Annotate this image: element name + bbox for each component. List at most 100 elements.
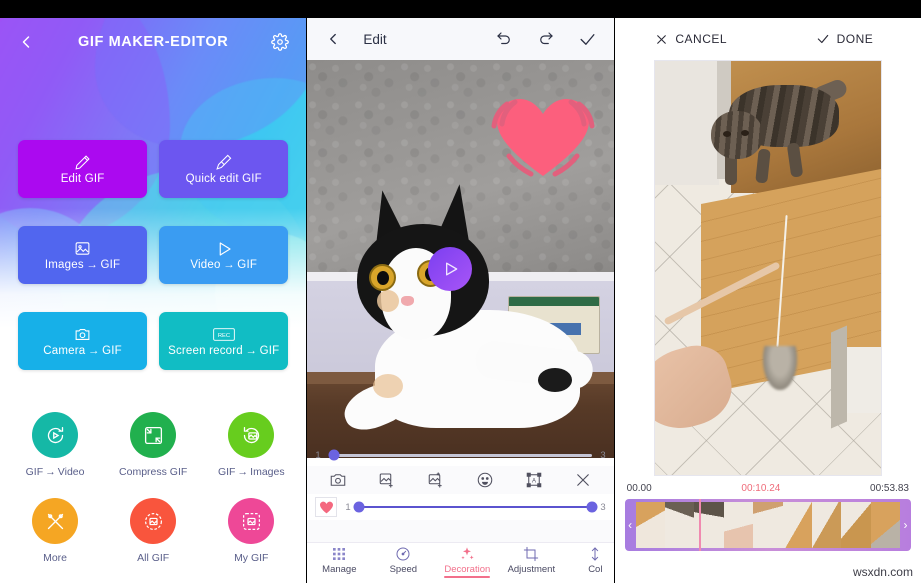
add-image-icon[interactable] bbox=[375, 468, 399, 492]
filmstrip-frame bbox=[782, 502, 812, 548]
shortcut-gif-to-images[interactable]: GIF → Images bbox=[202, 412, 300, 478]
button-label: Camera → GIF bbox=[43, 345, 122, 357]
done-label: DONE bbox=[836, 32, 874, 46]
trim-handle-right[interactable]: › bbox=[900, 499, 911, 551]
filmstrip-timeline[interactable]: ‹ › bbox=[624, 499, 911, 551]
emoji-icon[interactable] bbox=[473, 468, 497, 492]
check-icon bbox=[817, 34, 828, 44]
panel-video-trim: CANCEL DONE 00.00 00:10.24 00:53.83 ‹ › … bbox=[614, 0, 921, 583]
cancel-button[interactable]: CANCEL bbox=[615, 32, 768, 46]
shortcut-gif-to-video[interactable]: GIF → Video bbox=[6, 412, 104, 478]
filmstrip-frame bbox=[870, 502, 901, 548]
button-screen-record-to-gif[interactable]: REC Screen record → GIF bbox=[159, 312, 289, 370]
shortcut-label: GIF → Images bbox=[217, 466, 285, 478]
redo-icon[interactable] bbox=[534, 27, 558, 51]
timeline-playhead[interactable] bbox=[698, 499, 701, 551]
sticker-range-knob-start[interactable] bbox=[353, 501, 365, 513]
button-label: Edit GIF bbox=[60, 173, 105, 185]
tab-label: Speed bbox=[389, 564, 418, 575]
close-icon bbox=[657, 34, 667, 44]
tab-decoration[interactable]: Decoration bbox=[435, 546, 499, 575]
svg-text:REC: REC bbox=[218, 333, 230, 339]
tab-label: Adjustment bbox=[507, 564, 556, 575]
frame-slider-min: 1 bbox=[315, 449, 321, 461]
sticker-range-slider[interactable]: 1 3 bbox=[307, 494, 614, 520]
shortcut-label: All GIF bbox=[137, 552, 170, 564]
frame-slider-knob[interactable] bbox=[328, 449, 340, 461]
text-box-icon[interactable]: A bbox=[522, 468, 546, 492]
tab-label: Manage bbox=[322, 564, 357, 575]
tab-manage[interactable]: Manage bbox=[307, 546, 371, 575]
sticker-range-start-label: 1 bbox=[345, 501, 351, 513]
button-video-to-gif[interactable]: Video → GIF bbox=[159, 226, 289, 284]
close-icon[interactable] bbox=[571, 468, 595, 492]
gear-icon[interactable] bbox=[268, 30, 292, 54]
app-header: GIF MAKER-EDITOR bbox=[0, 18, 306, 66]
undo-icon[interactable] bbox=[492, 27, 516, 51]
button-edit-gif[interactable]: Edit GIF bbox=[18, 140, 148, 198]
gif-to-video-icon bbox=[32, 412, 79, 458]
shortcut-compress-gif[interactable]: Compress GIF bbox=[104, 412, 202, 478]
decoration-tool-row: A bbox=[307, 466, 614, 494]
trim-header: CANCEL DONE bbox=[614, 18, 921, 60]
filmstrip-frame bbox=[635, 502, 666, 548]
video-preview[interactable] bbox=[653, 60, 882, 476]
rec-icon: REC bbox=[212, 325, 235, 344]
camera-icon bbox=[74, 325, 91, 344]
done-button[interactable]: DONE bbox=[768, 32, 921, 46]
heart-sticker[interactable] bbox=[489, 92, 597, 182]
shortcut-more[interactable]: More bbox=[6, 498, 104, 564]
back-icon[interactable] bbox=[321, 27, 345, 51]
shortcut-all-gif[interactable]: All GIF bbox=[104, 498, 202, 564]
filmstrip-frame bbox=[753, 502, 783, 548]
end-time: 00:53.83 bbox=[870, 483, 909, 494]
action-button-grid: Edit GIF Quick edit GIF Images → GIF Vid… bbox=[0, 140, 306, 370]
pencil-icon bbox=[74, 153, 91, 172]
my-gif-icon bbox=[228, 498, 275, 544]
tab-color[interactable]: Col bbox=[563, 546, 613, 575]
button-label: Images → GIF bbox=[44, 259, 121, 271]
filmstrip-frame bbox=[665, 502, 695, 548]
gif-to-images-icon bbox=[228, 412, 275, 458]
edit-header: Edit bbox=[307, 18, 614, 60]
button-quick-edit-gif[interactable]: Quick edit GIF bbox=[159, 140, 289, 198]
add-frame-icon[interactable] bbox=[424, 468, 448, 492]
image-icon bbox=[74, 239, 91, 258]
play-icon bbox=[215, 239, 233, 258]
sticker-range-track[interactable] bbox=[353, 501, 598, 513]
tab-speed[interactable]: Speed bbox=[371, 546, 435, 575]
svg-text:A: A bbox=[532, 479, 536, 485]
shortcut-label: Compress GIF bbox=[119, 466, 188, 478]
all-gif-icon bbox=[130, 498, 177, 544]
shortcut-my-gif[interactable]: My GIF bbox=[202, 498, 300, 564]
cat-photo-subject bbox=[335, 182, 596, 438]
button-label: Screen record → GIF bbox=[168, 345, 280, 357]
sticker-range-knob-end[interactable] bbox=[586, 501, 598, 513]
status-bar bbox=[307, 0, 614, 18]
three-panel-screenshot: GIF MAKER-EDITOR Edit GIF Quick edit GIF bbox=[0, 0, 921, 583]
shortcut-label: More bbox=[43, 552, 68, 564]
edit-canvas[interactable] bbox=[307, 60, 614, 458]
tools-icon bbox=[32, 498, 79, 544]
shortcut-label: My GIF bbox=[234, 552, 269, 564]
frame-slider[interactable]: 1 3 bbox=[307, 444, 613, 466]
heart-sticker-thumb[interactable] bbox=[315, 497, 338, 517]
page-title: GIF MAKER-EDITOR bbox=[78, 34, 229, 50]
panel-gif-edit: Edit 1 3 A 1 3 Manage Speed Decoration A… bbox=[307, 0, 614, 583]
filmstrip-frame bbox=[723, 502, 754, 548]
frame-slider-max: 3 bbox=[600, 449, 606, 461]
camera-icon[interactable] bbox=[326, 468, 350, 492]
trim-handle-left[interactable]: ‹ bbox=[625, 499, 636, 551]
frame-slider-track[interactable] bbox=[328, 449, 593, 461]
timeline-timestamps: 00.00 00:10.24 00:53.83 bbox=[615, 476, 921, 499]
compress-icon bbox=[130, 412, 177, 458]
back-icon[interactable] bbox=[14, 30, 38, 54]
confirm-icon[interactable] bbox=[576, 27, 600, 51]
button-camera-to-gif[interactable]: Camera → GIF bbox=[18, 312, 148, 370]
start-time: 00.00 bbox=[626, 483, 652, 494]
crop-icon bbox=[523, 546, 539, 562]
play-overlay-button[interactable] bbox=[428, 247, 473, 291]
button-images-to-gif[interactable]: Images → GIF bbox=[18, 226, 148, 284]
tab-adjustment[interactable]: Adjustment bbox=[499, 546, 563, 575]
cat-video-subject bbox=[710, 77, 849, 185]
